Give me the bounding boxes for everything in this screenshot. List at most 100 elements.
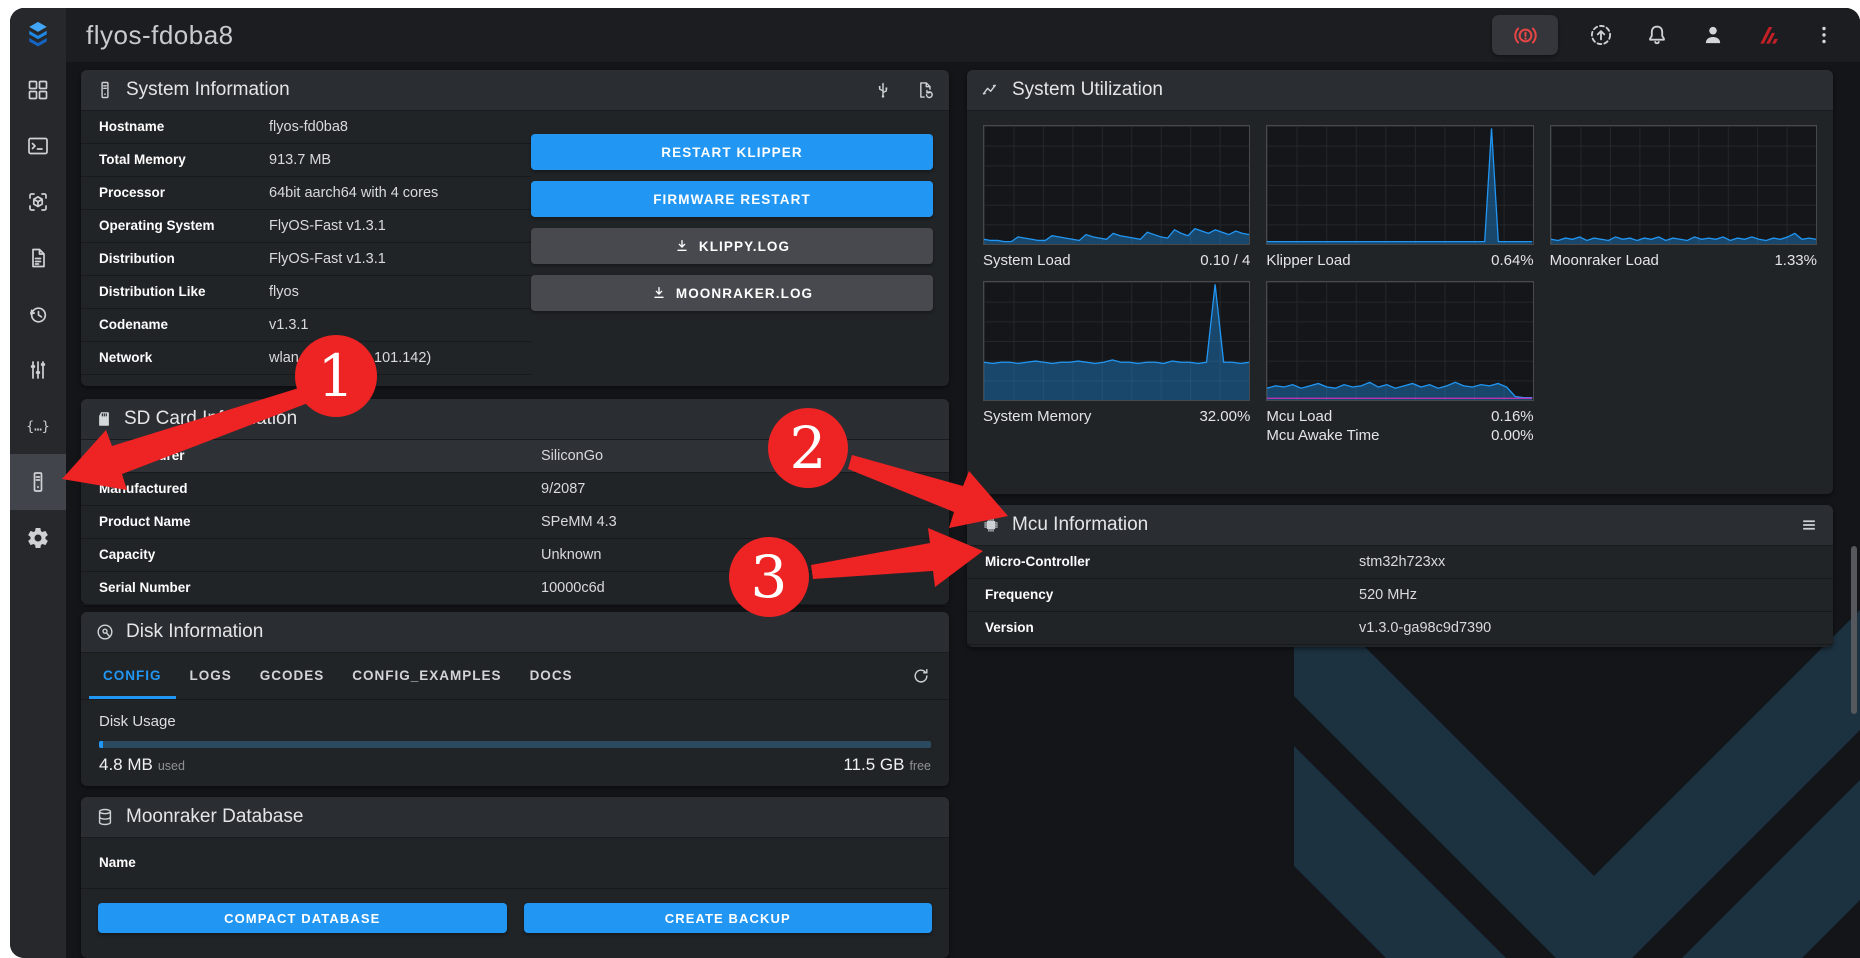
- panel-title: Disk Information: [126, 621, 263, 643]
- row-label: Distribution: [99, 251, 175, 266]
- file-refresh-icon[interactable]: [915, 80, 935, 100]
- table-row[interactable]: Frequency520 MHz: [967, 579, 1833, 612]
- download-icon: [651, 285, 667, 301]
- update-button[interactable]: [1588, 22, 1614, 48]
- disk-tabs: CONFIGLOGSGCODESCONFIG_EXAMPLESDOCS: [81, 653, 949, 700]
- chip-icon: [981, 515, 1001, 535]
- chart-name: Mcu Awake Time: [1266, 427, 1379, 444]
- dashboard-icon: [26, 78, 50, 102]
- notifications-button[interactable]: [1644, 22, 1670, 48]
- panel-title: System Utilization: [1012, 79, 1163, 101]
- tab-config_examples[interactable]: CONFIG_EXAMPLES: [338, 653, 515, 699]
- chart-label-row: Klipper Load0.64%: [1266, 252, 1533, 269]
- database-column-header: Name: [81, 838, 949, 889]
- compact-database-button[interactable]: COMPACT DATABASE: [98, 903, 507, 933]
- disk-usage-bar: [99, 741, 931, 748]
- sidebar-item-gcode-preview[interactable]: [10, 174, 66, 230]
- row-label: Processor: [99, 185, 165, 200]
- disk-information-panel: Disk Information CONFIGLOGSGCODESCONFIG_…: [81, 612, 949, 786]
- panel-title: Mcu Information: [1012, 514, 1148, 536]
- console-icon: [26, 134, 50, 158]
- bell-icon: [1644, 22, 1670, 48]
- table-row[interactable]: Manufactured9/2087: [81, 473, 949, 506]
- database-actions: COMPACT DATABASE CREATE BACKUP: [81, 889, 949, 933]
- app-logo[interactable]: [10, 8, 66, 62]
- system-information-table: Hostnameflyos-fd0ba8 Total Memory 913.7 MB…: [81, 111, 531, 375]
- mcu-information-panel: Mcu Information Micro-Controllerstm32h72…: [967, 505, 1833, 647]
- utilization-cell: Klipper Load0.64%: [1266, 125, 1533, 269]
- utilization-cell: Mcu Load0.16%Mcu Awake Time0.00%: [1266, 281, 1533, 444]
- row-label: Hostname: [99, 119, 164, 134]
- panel-title: SD Card Information: [124, 408, 297, 430]
- usb-icon[interactable]: [873, 80, 893, 100]
- chart-value: 0.16%: [1491, 408, 1534, 425]
- utilization-cell: System Memory32.00%: [983, 281, 1250, 444]
- sidebar-item-config-editor[interactable]: {…}: [10, 398, 66, 454]
- table-row[interactable]: Product NameSPeMM 4.3: [81, 506, 949, 539]
- emergency-stop-button[interactable]: [1492, 15, 1558, 55]
- menu-icon[interactable]: [1799, 515, 1819, 535]
- row-value: 913.7 MB: [269, 144, 331, 176]
- emergency-stop-icon: [1512, 22, 1539, 49]
- row-value: 10000c6d: [541, 572, 605, 604]
- sidebar-item-files[interactable]: [10, 230, 66, 286]
- sidebar-item-console[interactable]: [10, 118, 66, 174]
- page-title: flyos-fdoba8: [86, 20, 234, 51]
- chart-name: Mcu Load: [1266, 408, 1332, 425]
- utilization-chart: [983, 125, 1250, 245]
- system-actions: RESTART KLIPPER FIRMWARE RESTART KLIPPY.LO…: [531, 134, 933, 311]
- row-label: Total Memory: [99, 152, 186, 167]
- sidebar-item-machine[interactable]: [10, 454, 66, 510]
- mcu-information-table: Micro-Controllerstm32h723xxFrequency520 …: [967, 546, 1833, 645]
- account-button[interactable]: [1700, 22, 1726, 48]
- table-row[interactable]: Networkwlan101.142): [81, 342, 531, 375]
- row-label: Network: [99, 350, 152, 365]
- refresh-icon[interactable]: [911, 666, 931, 686]
- chart-label-row: System Memory32.00%: [983, 408, 1250, 425]
- tune-icon: [26, 358, 50, 382]
- table-row[interactable]: Distribution Likeflyos: [81, 276, 531, 309]
- sidebar-item-tune[interactable]: [10, 342, 66, 398]
- file-icon: [26, 246, 50, 270]
- table-row[interactable]: Total Memory 913.7 MB: [81, 144, 531, 177]
- table-row[interactable]: Serial Number 10000c6d: [81, 572, 949, 605]
- dots-vertical-icon: [1812, 23, 1836, 47]
- sd-card-icon: [95, 409, 113, 429]
- sidebar-item-settings[interactable]: [10, 510, 66, 566]
- restart-klipper-button[interactable]: RESTART KLIPPER: [531, 134, 933, 170]
- create-backup-button[interactable]: CREATE BACKUP: [524, 903, 933, 933]
- harddisk-icon: [95, 622, 115, 642]
- firmware-restart-button[interactable]: FIRMWARE RESTART: [531, 181, 933, 217]
- table-row[interactable]: Micro-Controllerstm32h723xx: [967, 546, 1833, 579]
- row-label: Serial Number: [99, 580, 191, 595]
- tab-docs[interactable]: DOCS: [516, 653, 587, 699]
- row-value: wlan: [269, 342, 299, 374]
- row-value: v1.3.0-ga98c9d7390: [1359, 612, 1491, 644]
- moonraker-log-button[interactable]: MOONRAKER.LOG: [531, 275, 933, 311]
- tab-config[interactable]: CONFIG: [89, 653, 176, 699]
- table-row[interactable]: Versionv1.3.0-ga98c9d7390: [967, 612, 1833, 645]
- row-label: Manufactured: [99, 481, 188, 496]
- chart-name: System Load: [983, 252, 1071, 269]
- overflow-menu-button[interactable]: [1812, 23, 1836, 47]
- table-row[interactable]: CapacityUnknown: [81, 539, 949, 572]
- tab-gcodes[interactable]: GCODES: [246, 653, 339, 699]
- disk-free-amount: 11.5 GBfree: [843, 755, 931, 775]
- tab-logs[interactable]: LOGS: [176, 653, 246, 699]
- table-row[interactable]: Operating SystemFlyOS-Fast v1.3.1: [81, 210, 531, 243]
- utilization-chart: [1266, 125, 1533, 245]
- scrollbar-thumb[interactable]: [1851, 546, 1857, 714]
- table-row[interactable]: Codenamev1.3.1: [81, 309, 531, 342]
- table-row[interactable]: ManufacturerSiliconGo: [81, 440, 949, 473]
- sidebar-item-history[interactable]: [10, 286, 66, 342]
- row-value: SPeMM 4.3: [541, 506, 617, 538]
- refresh-container: [911, 666, 941, 686]
- table-row[interactable]: Hostnameflyos-fd0ba8: [81, 111, 531, 144]
- button-label: MOONRAKER.LOG: [676, 286, 813, 301]
- table-row[interactable]: Processor64bit aarch64 with 4 cores: [81, 177, 531, 210]
- klippy-log-button[interactable]: KLIPPY.LOG: [531, 228, 933, 264]
- table-row[interactable]: DistributionFlyOS-Fast v1.3.1: [81, 243, 531, 276]
- klipper-status-button[interactable]: [1756, 22, 1782, 48]
- sidebar-item-dashboard[interactable]: [10, 62, 66, 118]
- button-label: KLIPPY.LOG: [699, 239, 790, 254]
